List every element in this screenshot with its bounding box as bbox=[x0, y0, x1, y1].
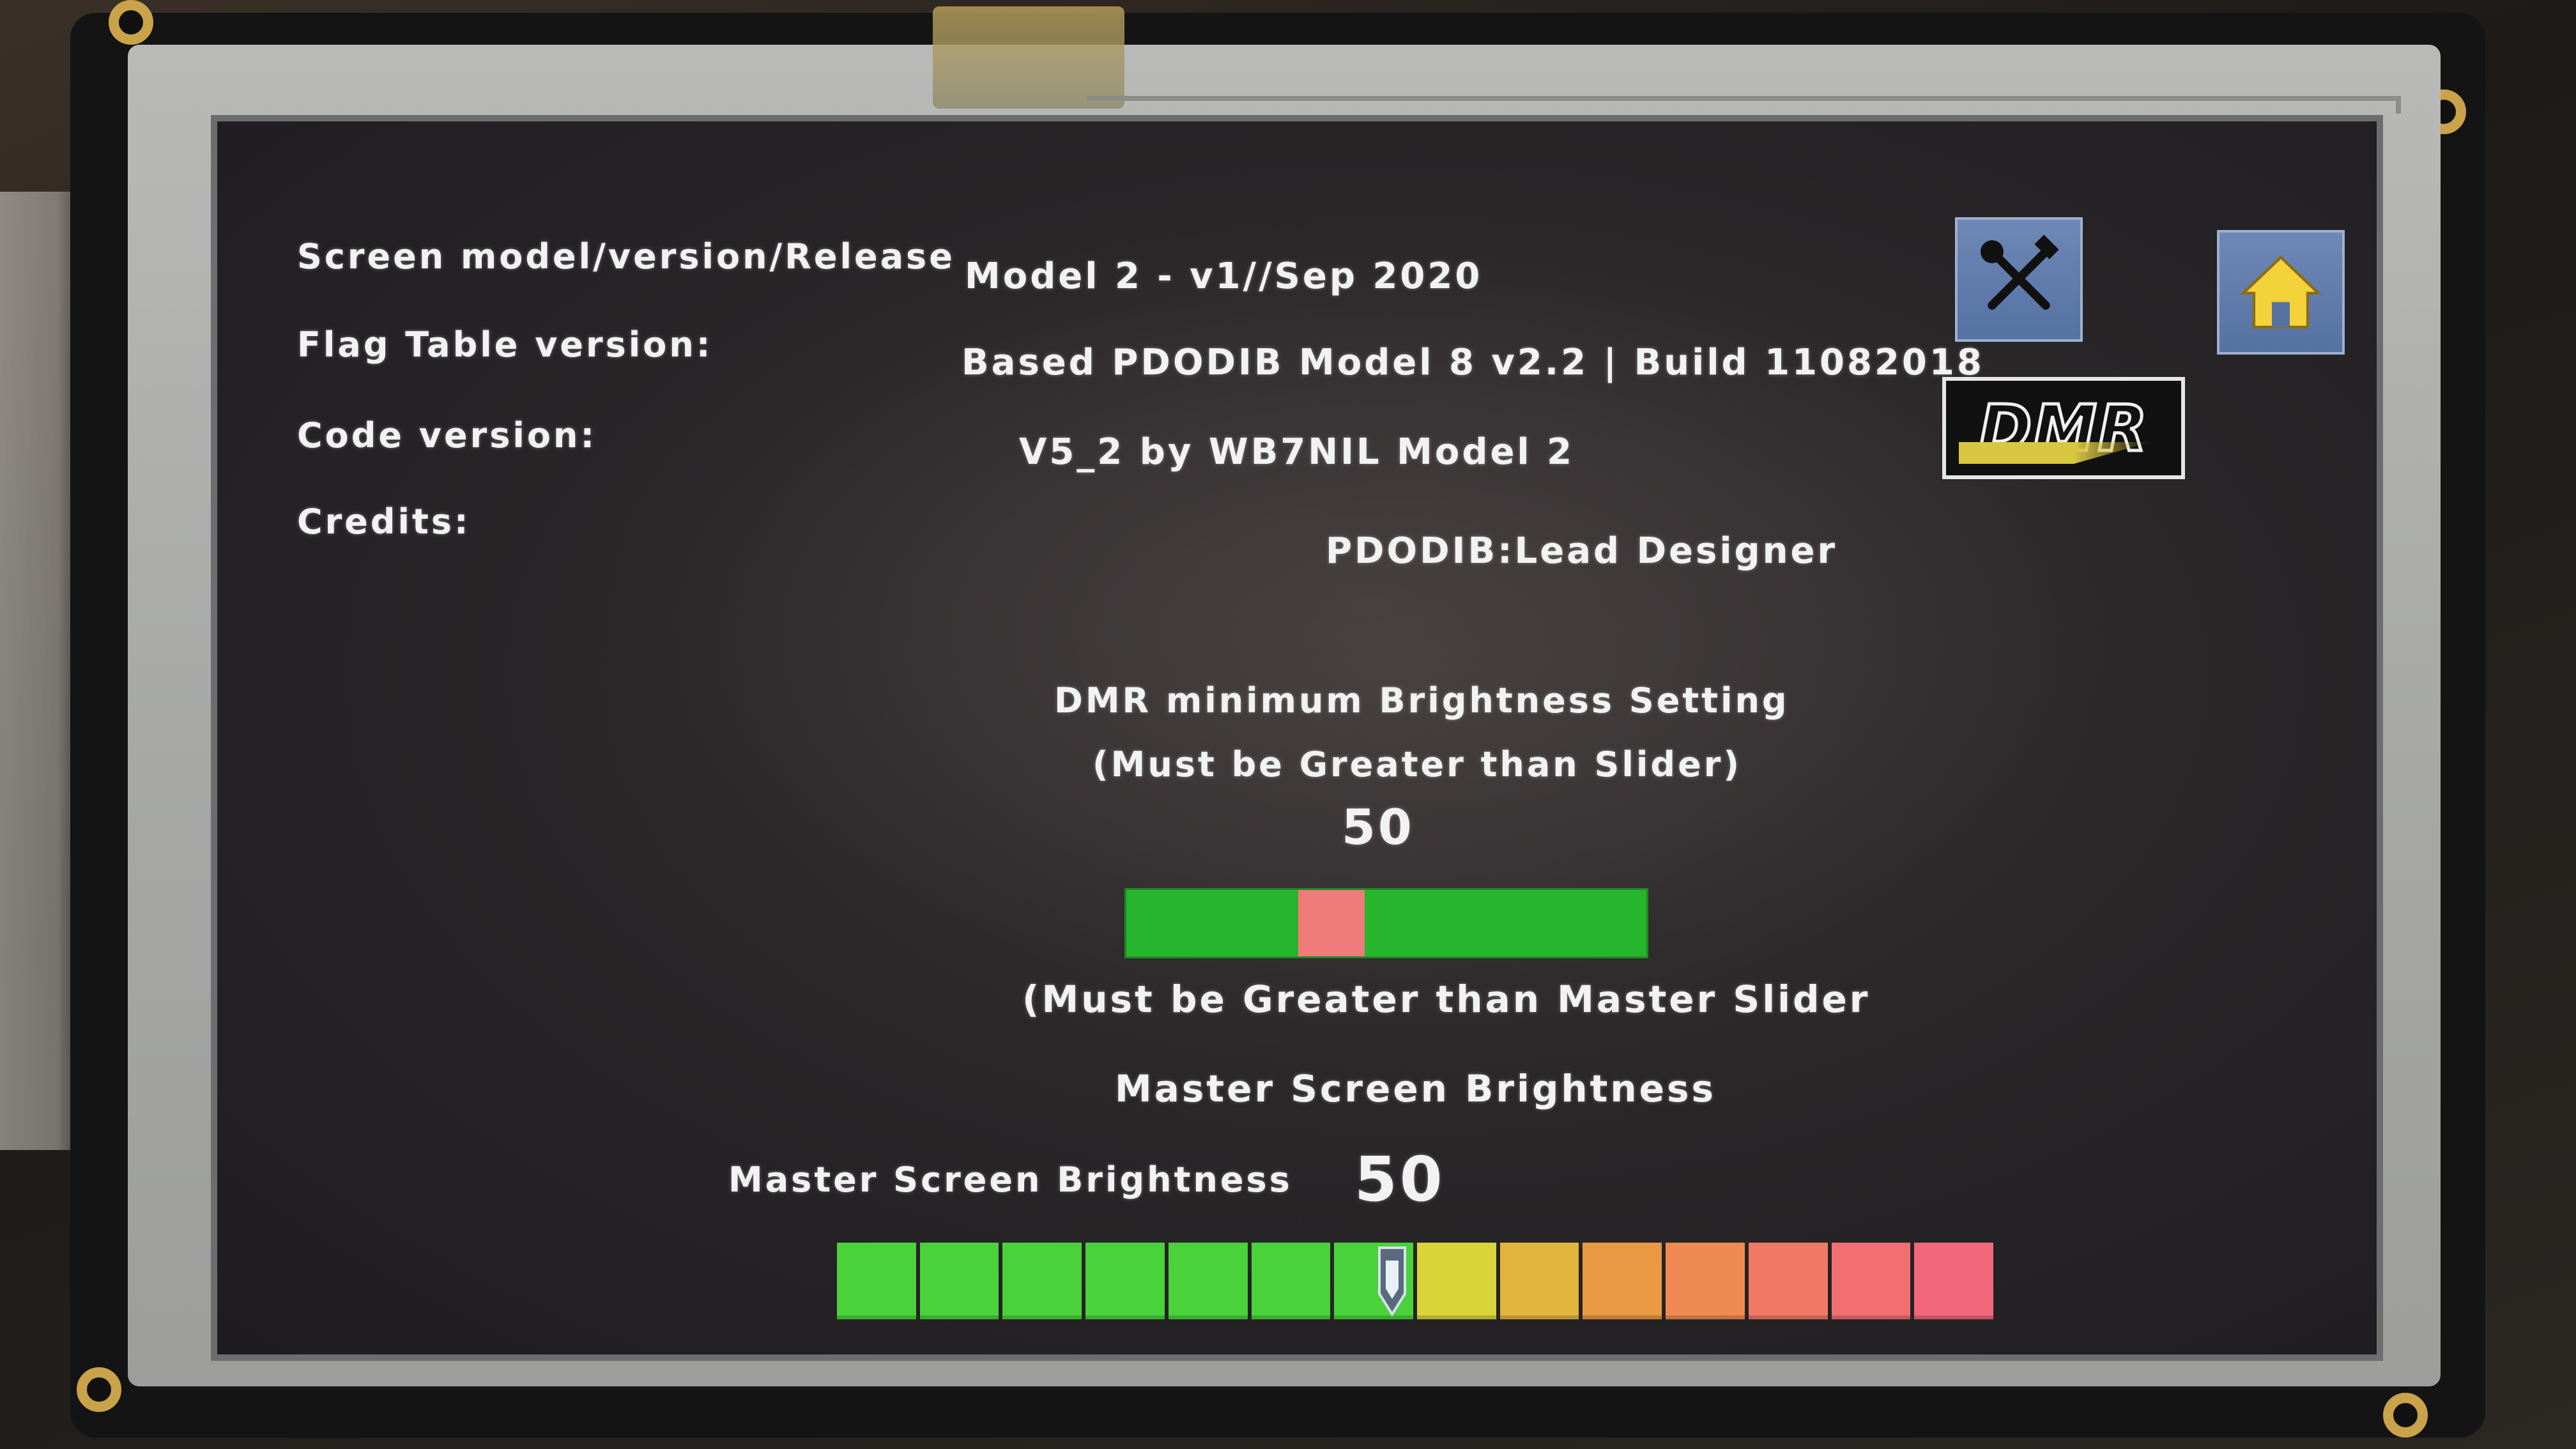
settings-button[interactable] bbox=[1955, 217, 2083, 342]
dmr-brightness-slider[interactable] bbox=[1124, 888, 1648, 958]
master-slider-segment bbox=[1831, 1243, 1911, 1319]
master-brightness-value: 50 bbox=[1354, 1144, 1445, 1215]
dmr-brightness-title: DMR minimum Brightness Setting bbox=[1054, 680, 1790, 721]
glare bbox=[601, 217, 2134, 984]
flex-cable bbox=[933, 6, 1124, 109]
master-slider-segment bbox=[1085, 1243, 1165, 1319]
master-slider-segment bbox=[1002, 1243, 1082, 1319]
master-brightness-slider[interactable] bbox=[837, 1243, 1994, 1319]
screen-model-label: Screen model/version/Release bbox=[297, 236, 955, 277]
mount-hole bbox=[2383, 1393, 2428, 1438]
code-version-label: Code version: bbox=[297, 415, 597, 456]
master-slider-segment bbox=[1583, 1243, 1662, 1319]
master-slider-segment bbox=[1251, 1243, 1331, 1319]
master-slider-segment bbox=[1914, 1243, 1994, 1319]
credits-value: PDODIB:Lead Designer bbox=[1326, 530, 1838, 572]
master-slider-segment bbox=[1168, 1243, 1248, 1319]
screen-model-value: Model 2 - v1//Sep 2020 bbox=[965, 256, 1483, 297]
credits-label: Credits: bbox=[297, 502, 471, 542]
home-icon bbox=[2236, 247, 2326, 339]
master-brightness-title: Master Screen Brightness bbox=[1115, 1067, 1717, 1110]
tools-icon bbox=[1971, 231, 2067, 329]
master-slider-segment bbox=[837, 1243, 916, 1319]
flex-trace bbox=[1086, 96, 2401, 114]
mount-hole bbox=[77, 1367, 121, 1412]
master-brightness-thumb[interactable] bbox=[1374, 1239, 1410, 1322]
dmr-brightness-marker[interactable] bbox=[1298, 890, 1365, 956]
dmr-brightness-note-top: (Must be Greater than Slider) bbox=[1092, 744, 1742, 785]
master-slider-segment bbox=[919, 1243, 999, 1319]
master-slider-segment bbox=[1666, 1243, 1745, 1319]
flag-table-label: Flag Table version: bbox=[297, 325, 713, 365]
master-slider-segment bbox=[1748, 1243, 1828, 1319]
mount-hole bbox=[109, 0, 153, 45]
flag-table-value: Based PDODIB Model 8 v2.2 | Build 110820… bbox=[962, 342, 1984, 383]
home-button[interactable] bbox=[2217, 230, 2345, 355]
master-slider-segment bbox=[1417, 1243, 1496, 1319]
code-version-value: V5_2 by WB7NIL Model 2 bbox=[1019, 431, 1575, 473]
master-brightness-slider-label: Master Screen Brightness bbox=[728, 1160, 1292, 1200]
dmr-brightness-note-bottom: (Must be Greater than Master Slider bbox=[1022, 977, 1871, 1021]
dmr-brightness-value: 50 bbox=[1342, 799, 1414, 855]
master-slider-segment bbox=[1499, 1243, 1579, 1319]
screen: Screen model/version/Release Model 2 - v… bbox=[211, 115, 2383, 1361]
dmr-logo: DMR bbox=[1942, 377, 2185, 479]
